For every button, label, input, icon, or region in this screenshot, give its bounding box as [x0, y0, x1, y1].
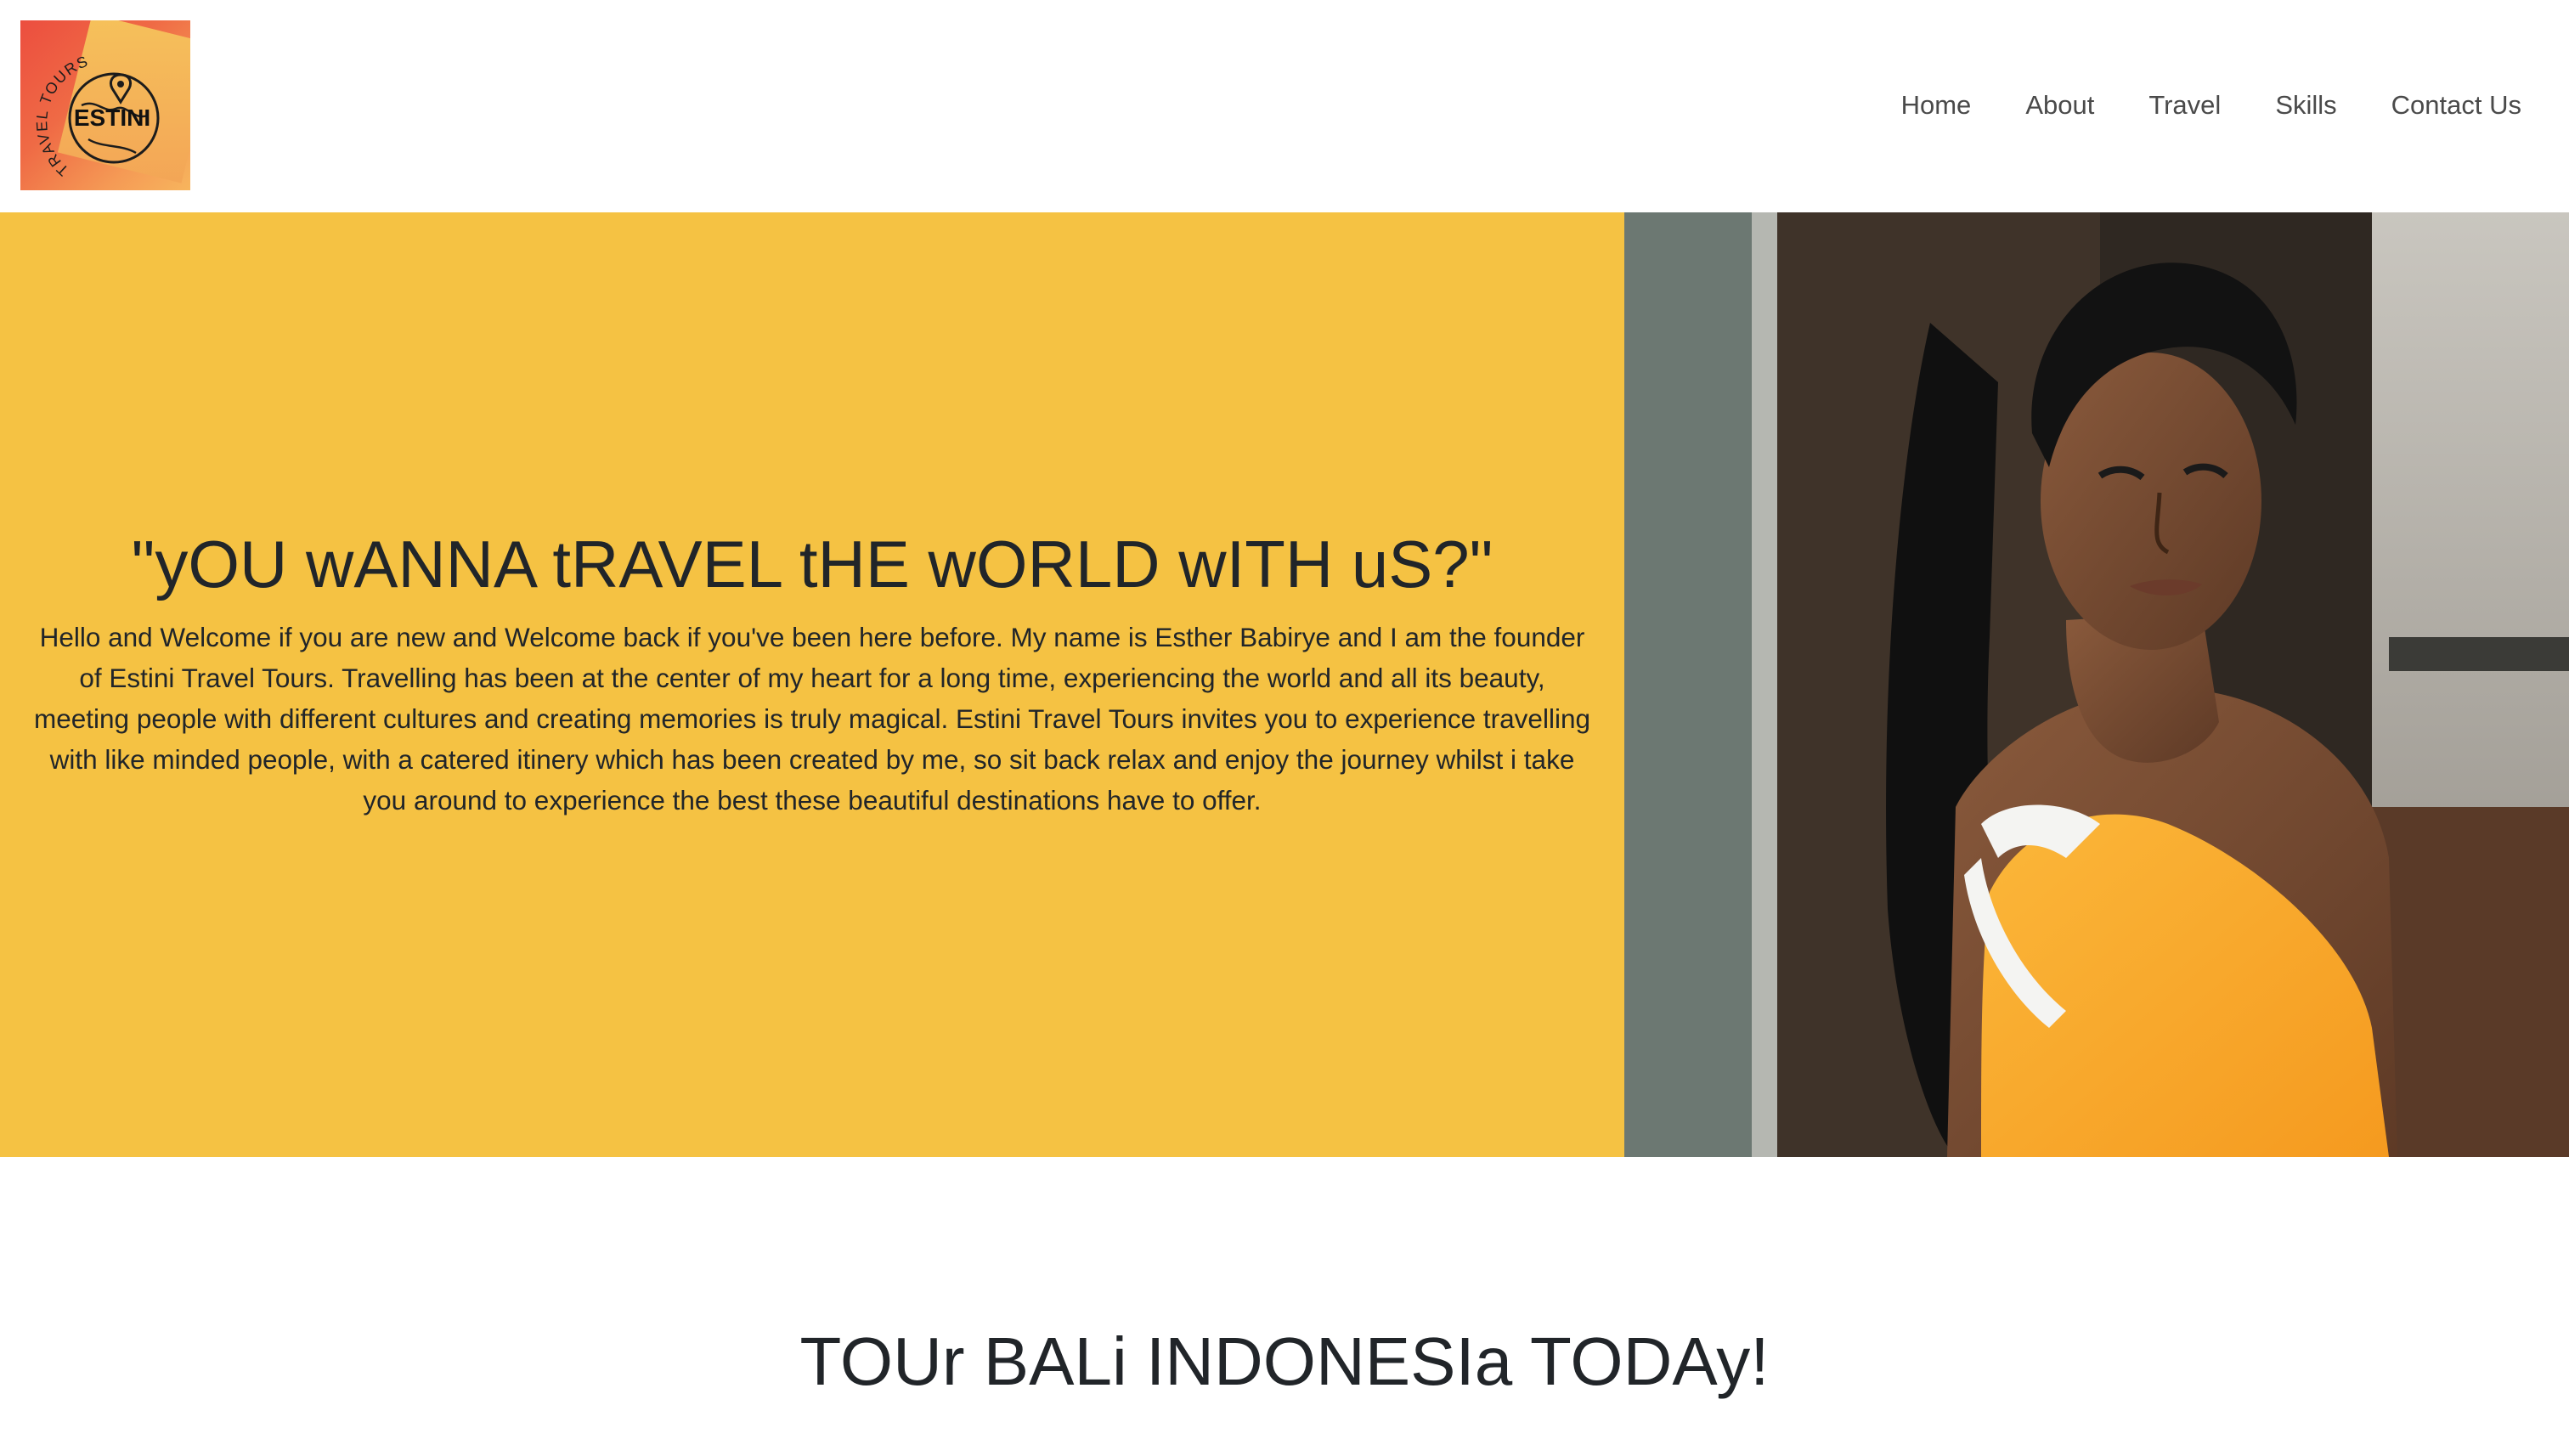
nav-travel[interactable]: Travel [2148, 87, 2221, 124]
portrait-photo-icon [1624, 212, 2569, 1157]
main-nav: Home About Travel Skills Contact Us [1847, 87, 2521, 124]
hero-portrait-photo [1624, 212, 2569, 1157]
section-title-bali: TOUr BALi INDONESIa TODAy! [799, 1323, 1770, 1399]
nav-contact-us[interactable]: Contact Us [2391, 87, 2521, 124]
nav-skills[interactable]: Skills [2275, 87, 2336, 124]
svg-text:ESTINI: ESTINI [74, 104, 150, 131]
hero-heading: "yOU wANNA tRAVEL tHE wORLD wITH uS?" [131, 527, 1493, 601]
brand-logo[interactable]: TRAVEL TOURS ESTINI [20, 20, 190, 190]
nav-home[interactable]: Home [1901, 87, 1972, 124]
hero-paragraph: Hello and Welcome if you are new and Wel… [34, 622, 1590, 815]
nav-about[interactable]: About [2025, 87, 2094, 124]
navbar: TRAVEL TOURS ESTINI Home About Travel Sk… [0, 0, 2569, 212]
logo-emblem-icon: TRAVEL TOURS ESTINI [33, 53, 160, 179]
